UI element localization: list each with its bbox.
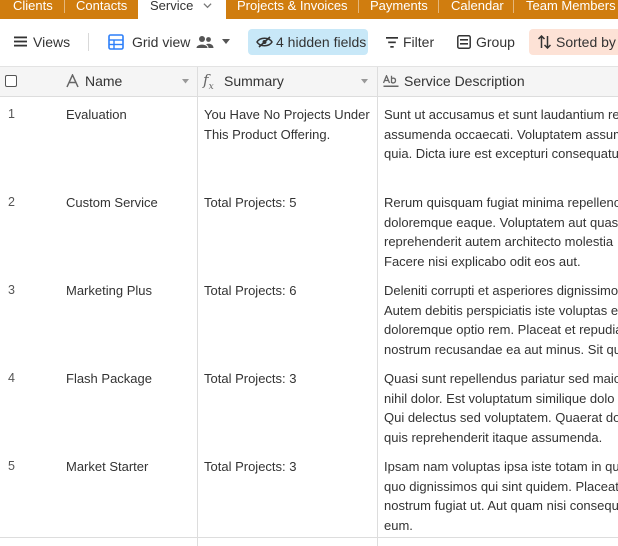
cell-name[interactable]: Custom Service	[66, 193, 194, 213]
description-line: Autem debitis perspiciatis iste voluptas…	[384, 302, 618, 318]
filter-label: Filter	[403, 34, 435, 50]
hamburger-icon	[14, 36, 27, 47]
column-divider	[377, 67, 378, 546]
cell-service-description[interactable]: Ipsam nam voluptas ipsa iste totam in qu…	[384, 457, 618, 535]
cell-name[interactable]: Marketing Plus	[66, 281, 194, 301]
description-line: Rerum quisquam fugiat minima repellenc	[384, 195, 618, 210]
cell-summary[interactable]: You Have No Projects Under This Product …	[204, 105, 374, 144]
table-row[interactable]: 1 Evaluation You Have No Projects Under Th…	[0, 97, 618, 186]
long-text-icon	[383, 75, 399, 87]
sort-icon	[538, 35, 551, 49]
description-line: doloremque eaque. Voluptatem aut quas	[384, 214, 618, 230]
row-number: 3	[8, 283, 15, 297]
view-name: Grid view	[132, 34, 191, 50]
row-number: 5	[8, 459, 15, 473]
views-button[interactable]: Views	[14, 29, 74, 55]
hidden-fields-button[interactable]: 4 hidden fields	[248, 29, 368, 55]
description-line: nostrum recusandae ea aut minus. Sit qu	[384, 341, 618, 357]
description-line: Quasi sunt repellendus pariatur sed maio	[384, 371, 618, 386]
row-number: 2	[8, 195, 15, 209]
row-number: 1	[8, 107, 15, 121]
formula-icon: fx	[203, 71, 214, 92]
description-line: quo dignissimos qui sint quidem. Placeat	[384, 478, 618, 494]
description-line: Qui delectus sed voluptatem. Quaerat do	[384, 410, 618, 425]
chevron-down-icon[interactable]	[203, 1, 212, 10]
text-field-icon	[66, 74, 79, 88]
tab-label: Payments	[370, 0, 428, 13]
row-number: 4	[8, 371, 15, 385]
description-line: Facere nisi explicabo odit eos aut.	[384, 253, 581, 269]
caret-down-icon[interactable]	[182, 79, 189, 84]
tab-calendar[interactable]: Calendar	[451, 0, 504, 19]
column-header-label: Name	[85, 73, 123, 89]
column-header-label: Service Description	[404, 73, 525, 89]
table-row[interactable]: 4 Flash Package Total Projects: 3 Quasi sun…	[0, 361, 618, 450]
filter-icon	[386, 37, 398, 48]
caret-down-icon[interactable]	[361, 79, 368, 84]
tab-label: Clients	[13, 0, 53, 13]
toolbar-divider	[88, 33, 89, 51]
description-line: quis reprehenderit itaque assumenda.	[384, 429, 603, 445]
description-line: Ipsam nam voluptas ipsa iste totam in qu	[384, 459, 618, 474]
cell-summary[interactable]: Total Projects: 5	[204, 193, 374, 213]
caret-down-icon	[222, 39, 230, 44]
filter-button[interactable]: Filter	[386, 29, 442, 55]
tab-projects-invoices[interactable]: Projects & Invoices	[237, 0, 348, 19]
cell-summary[interactable]: Total Projects: 3	[204, 457, 374, 477]
column-header-name[interactable]: Name	[58, 67, 196, 96]
cell-name[interactable]: Evaluation	[66, 105, 194, 125]
description-line: assumenda occaecati. Voluptatem assum	[384, 126, 618, 142]
sort-button[interactable]: Sorted by 1	[529, 29, 618, 55]
tab-clients[interactable]: Clients	[13, 0, 53, 19]
column-header-service-description[interactable]: Service Description	[378, 67, 618, 96]
group-button[interactable]: Group	[457, 29, 521, 55]
cell-service-description[interactable]: Deleniti corrupti et asperiores dignissi…	[384, 281, 618, 359]
cell-service-description[interactable]: Sunt ut accusamus et sunt laudantium re a…	[384, 105, 618, 164]
view-switcher[interactable]: Grid view	[108, 29, 234, 55]
cell-summary[interactable]: Total Projects: 3	[204, 369, 374, 389]
cell-service-description[interactable]: Rerum quisquam fugiat minima repellenc do…	[384, 193, 618, 271]
tab-payments[interactable]: Payments	[370, 0, 428, 19]
column-divider	[197, 67, 198, 546]
description-line: eum.	[384, 517, 413, 533]
table-row[interactable]: 5 Market Starter Total Projects: 3 Ipsam na…	[0, 449, 618, 538]
group-icon	[457, 35, 471, 49]
table-row[interactable]: 3 Marketing Plus Total Projects: 6 Deleniti…	[0, 273, 618, 362]
grid-view-icon	[108, 34, 124, 50]
description-line: nihil dolor. Est voluptatum similique do…	[384, 390, 615, 406]
table-row[interactable]: 2 Custom Service Total Projects: 5 Rerum qu…	[0, 185, 618, 274]
cell-summary[interactable]: Total Projects: 6	[204, 281, 374, 301]
sort-label: Sorted by 1	[556, 34, 618, 50]
tab-service[interactable]: Service	[138, 0, 226, 19]
cell-name[interactable]: Flash Package	[66, 369, 194, 389]
column-header-label: Summary	[224, 73, 284, 89]
description-line: reprehenderit autem architecto molestia	[384, 234, 614, 249]
hidden-fields-label: 4 hidden fields	[276, 34, 367, 50]
description-line: Deleniti corrupti et asperiores dignissi…	[384, 283, 618, 298]
cell-name[interactable]: Market Starter	[66, 457, 194, 477]
description-line: nostrum fugiat ut. Aut quam nisi consequ	[384, 498, 618, 513]
tab-label: Contacts	[76, 0, 128, 13]
view-toolbar: Views Grid view 4 hidden fields Filter G…	[0, 19, 618, 67]
people-icon	[196, 36, 214, 48]
tab-label: Team Members	[526, 0, 616, 13]
cell-service-description[interactable]: Quasi sunt repellendus pariatur sed maio…	[384, 369, 618, 447]
description-line: Sunt ut accusamus et sunt laudantium re	[384, 107, 618, 122]
tab-label: Projects & Invoices	[237, 0, 348, 13]
select-all-checkbox[interactable]	[5, 75, 17, 87]
views-label: Views	[33, 34, 71, 50]
tab-team-members[interactable]: Team Members	[526, 0, 616, 19]
description-line: quia. Dicta iure est excepturi consequat…	[384, 146, 618, 161]
tab-contacts[interactable]: Contacts	[76, 0, 127, 19]
tab-label: Service	[150, 0, 194, 13]
table-tab-bar: Clients Contacts Service Projects & Invo…	[0, 0, 618, 19]
group-label: Group	[476, 34, 515, 50]
tab-label: Calendar	[451, 0, 504, 13]
column-header-summary[interactable]: fx Summary	[197, 67, 377, 96]
grid-header: Name fx Summary Service Description	[0, 67, 618, 97]
description-line: doloremque optio rem. Placeat et repudia	[384, 322, 618, 337]
hidden-fields-icon	[256, 36, 273, 48]
